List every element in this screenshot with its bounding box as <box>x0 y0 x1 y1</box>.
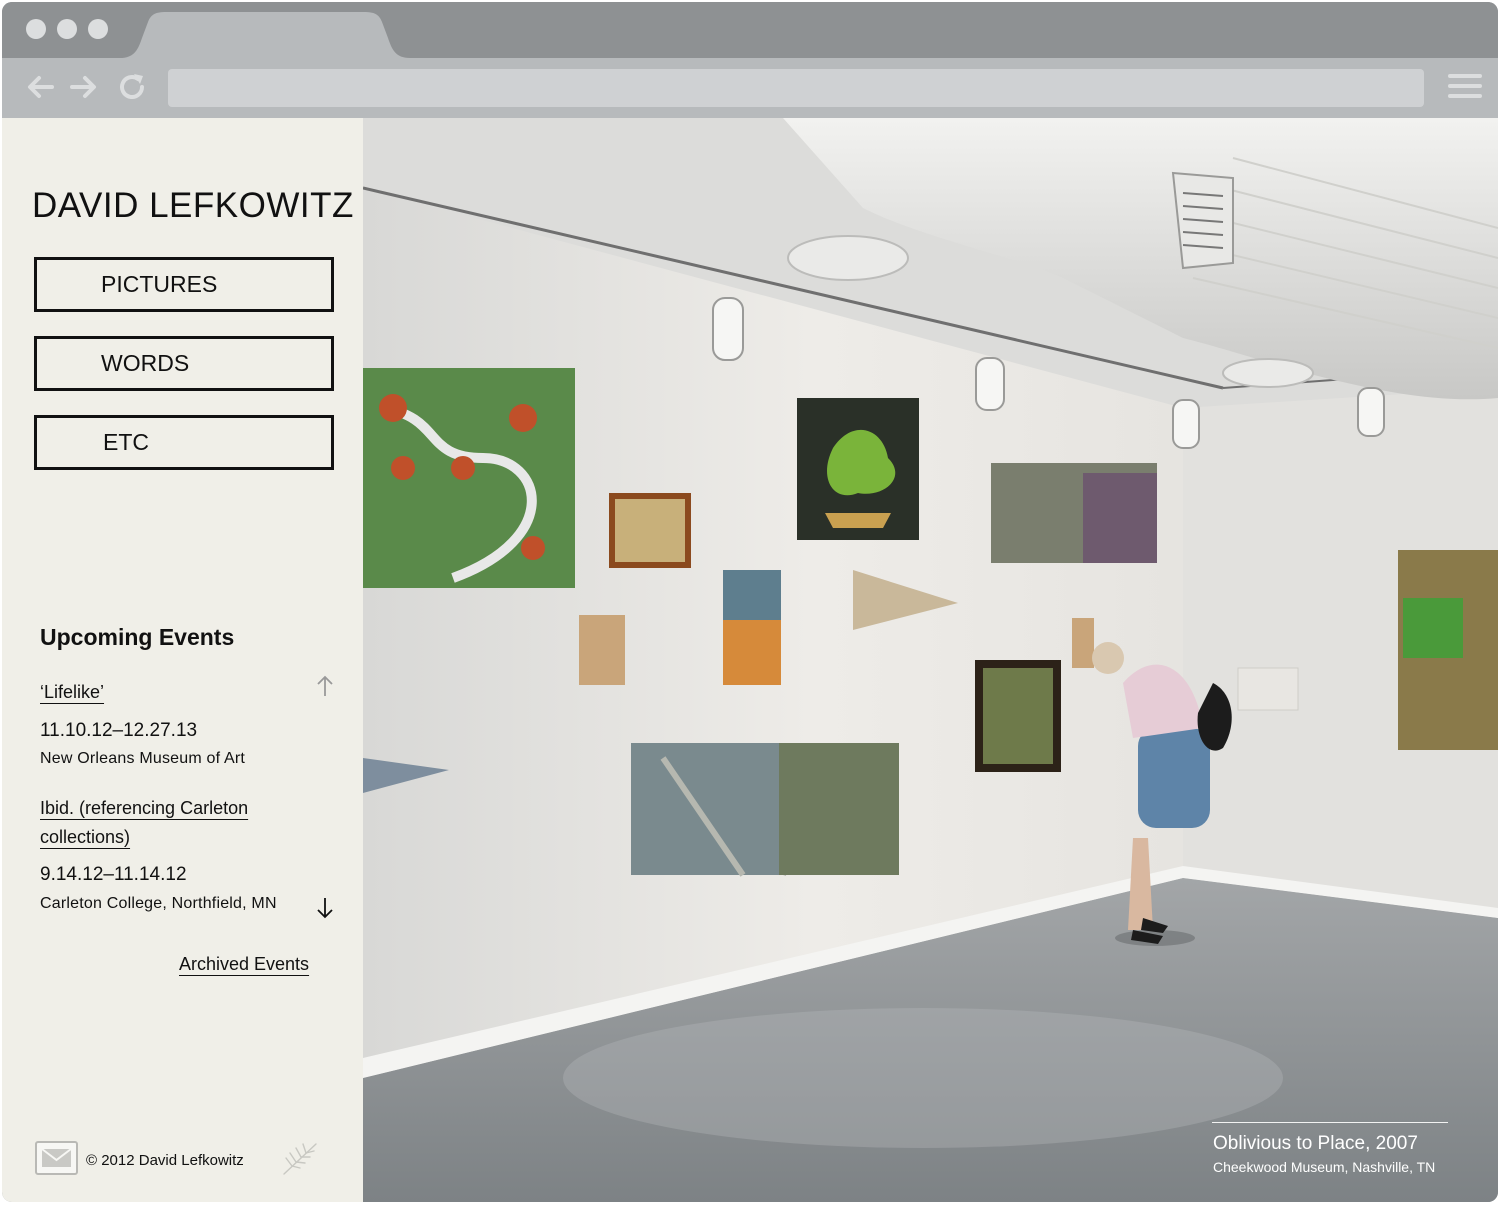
nav-words-button[interactable]: WORDS <box>34 336 334 391</box>
browser-window: DAVID LEFKOWITZ PICTURES WORDS ETC Upcom… <box>2 2 1498 1202</box>
sidebar: DAVID LEFKOWITZ PICTURES WORDS ETC Upcom… <box>2 118 363 1202</box>
photo-caption-title: Oblivious to Place, 2007 <box>1213 1133 1418 1154</box>
hero-gallery-photo: Oblivious to Place, 2007 Cheekwood Museu… <box>363 118 1498 1202</box>
back-arrow-icon[interactable] <box>24 71 56 103</box>
hamburger-menu-icon[interactable] <box>1448 71 1482 101</box>
photo-caption-subtitle: Cheekwood Museum, Nashville, TN <box>1213 1159 1436 1175</box>
event-link-lifelike[interactable]: ‘Lifelike’ <box>40 678 104 707</box>
event-link-ibid[interactable]: Ibid. (referencing Carleton <box>40 794 248 823</box>
window-close-button[interactable] <box>26 19 46 39</box>
event-dates: 9.14.12–11.14.12 <box>40 864 187 885</box>
mail-icon[interactable] <box>35 1141 78 1175</box>
event-venue: New Orleans Museum of Art <box>40 750 246 767</box>
scroll-down-arrow-icon[interactable] <box>314 896 336 920</box>
browser-toolbar <box>2 58 1498 118</box>
site-title[interactable]: DAVID LEFKOWITZ <box>32 186 354 226</box>
window-maximize-button[interactable] <box>88 19 108 39</box>
browser-tab[interactable] <box>120 10 430 60</box>
nav-etc-button[interactable]: ETC <box>34 415 334 470</box>
browser-titlebar <box>2 2 1498 58</box>
address-bar[interactable] <box>168 69 1424 107</box>
scroll-up-arrow-icon[interactable] <box>314 674 336 698</box>
nav-pictures-button[interactable]: PICTURES <box>34 257 334 312</box>
event-link-ibid-continued[interactable]: collections) <box>40 823 130 852</box>
forward-arrow-icon[interactable] <box>68 71 100 103</box>
caption-divider <box>1212 1122 1448 1123</box>
reload-icon[interactable] <box>116 71 148 103</box>
gallery-photo-image <box>363 118 1498 1202</box>
events-heading: Upcoming Events <box>40 624 235 650</box>
archived-events-link[interactable]: Archived Events <box>179 954 309 975</box>
event-venue: Carleton College, Northfield, MN <box>40 895 277 912</box>
copyright-text: © 2012 David Lefkowitz <box>86 1152 244 1169</box>
wheat-leaf-icon <box>283 1143 317 1175</box>
event-dates: 11.10.12–12.27.13 <box>40 720 198 741</box>
window-minimize-button[interactable] <box>57 19 77 39</box>
